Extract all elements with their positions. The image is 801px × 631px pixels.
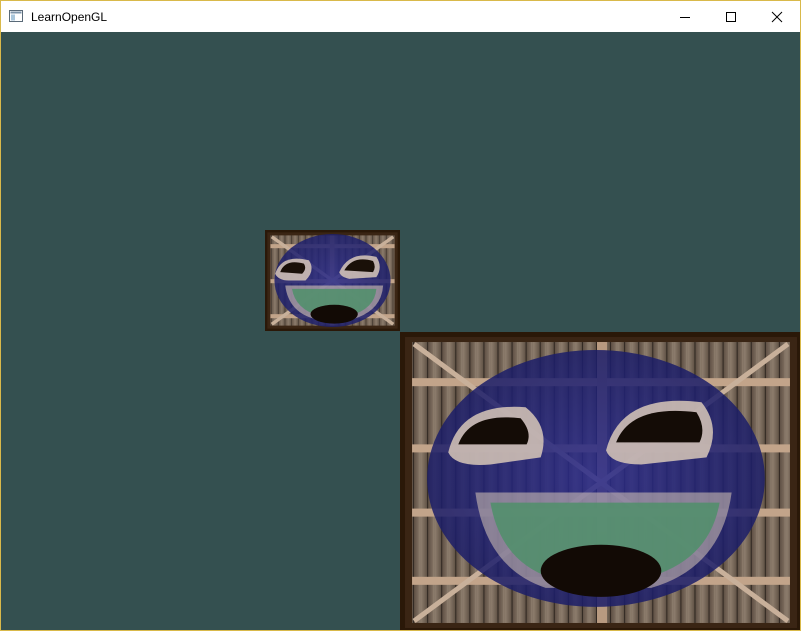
title-bar[interactable]: LearnOpenGL bbox=[1, 1, 800, 32]
maximize-button[interactable] bbox=[708, 1, 754, 32]
close-icon bbox=[771, 11, 783, 22]
app-window: LearnOpenGL bbox=[0, 0, 801, 631]
minimize-icon bbox=[680, 16, 690, 18]
minimize-button[interactable] bbox=[662, 1, 708, 32]
close-button[interactable] bbox=[754, 1, 800, 32]
textured-quad-large bbox=[400, 332, 800, 630]
textured-quad-small bbox=[265, 230, 400, 331]
app-window-icon bbox=[9, 10, 23, 22]
maximize-icon bbox=[726, 11, 736, 22]
window-title: LearnOpenGL bbox=[31, 10, 108, 24]
opengl-viewport[interactable] bbox=[1, 32, 800, 630]
